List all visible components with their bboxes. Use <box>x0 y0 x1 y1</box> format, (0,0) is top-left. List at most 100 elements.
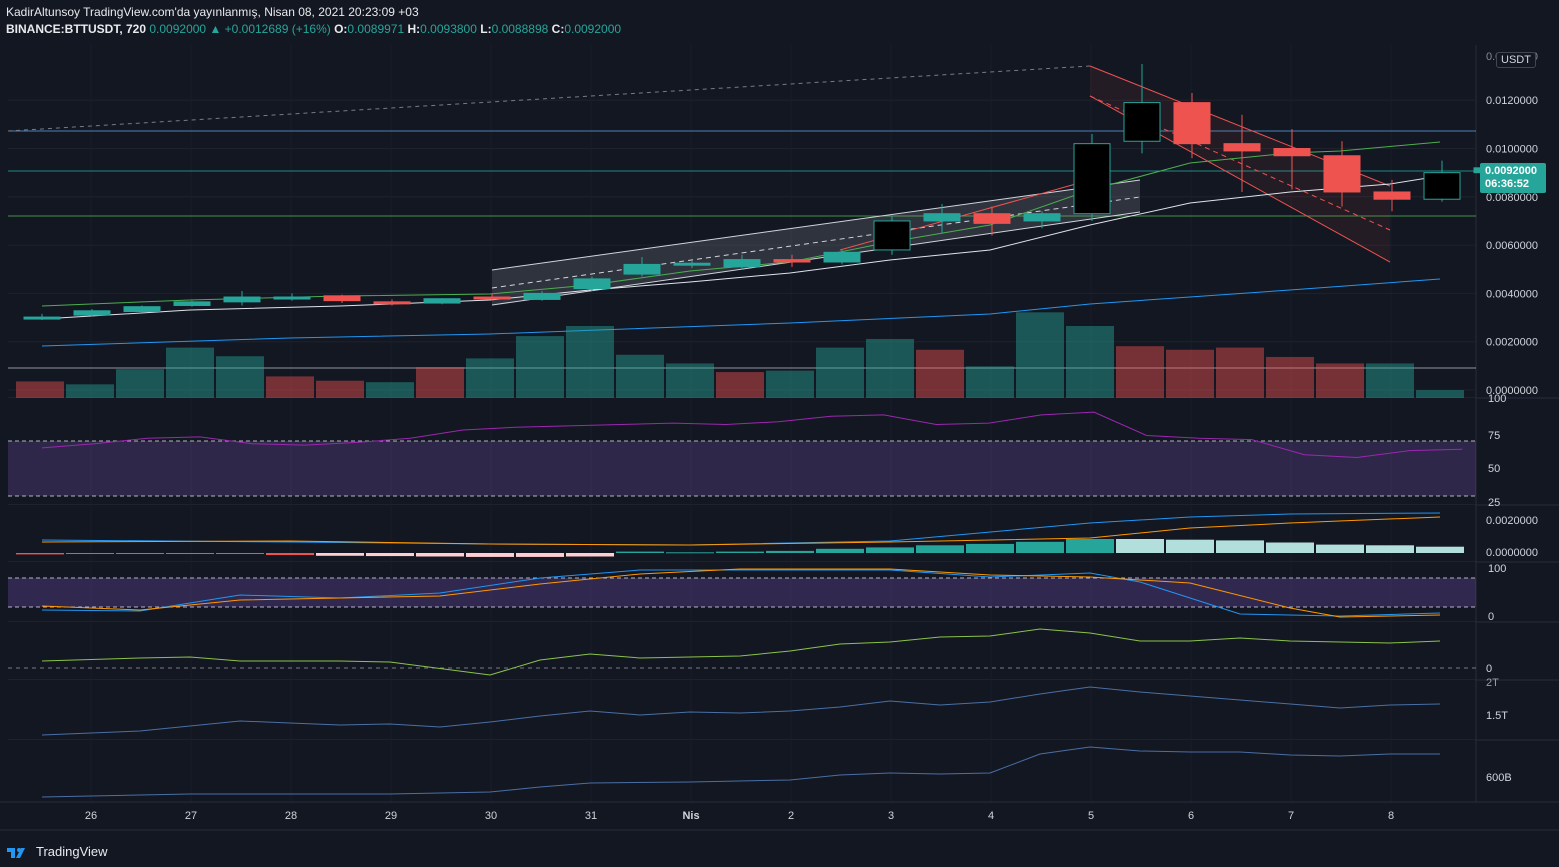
obv-tick-label: 2T <box>1486 677 1499 689</box>
candle-body <box>823 251 861 263</box>
candle-body <box>1073 143 1111 215</box>
volume-bar <box>1216 347 1264 398</box>
volume-bar <box>766 370 814 398</box>
ohlc-legend: BINANCE:BTTUSDT, 720 0.0092000 ▲ +0.0012… <box>6 22 621 36</box>
time-tick-label: 27 <box>185 810 197 822</box>
macd-hist <box>766 550 814 553</box>
macd-hist <box>816 548 864 553</box>
macd-hist <box>366 553 414 557</box>
macd-hist <box>616 551 664 553</box>
time-tick-label: 26 <box>85 810 97 822</box>
volume-bar <box>1116 346 1164 398</box>
macd-hist <box>216 553 264 554</box>
macd-hist <box>266 553 314 556</box>
price-tag-countdown: 06:36:52 <box>1485 178 1530 190</box>
change-value: ▲ +0.0012689 (+16%) <box>209 22 331 36</box>
volume-bar <box>816 347 864 398</box>
candle-body <box>773 259 811 263</box>
stoch-band <box>8 578 1476 607</box>
rsi-tick-label: 50 <box>1488 463 1500 475</box>
macd-tick-label: 0.0000000 <box>1486 547 1538 559</box>
osc-tick-label: 0 <box>1486 663 1492 675</box>
time-tick-label: 29 <box>385 810 397 822</box>
price-tick-label: 0.0120000 <box>1486 95 1538 107</box>
volume-bar <box>66 384 114 398</box>
candle-body <box>173 301 211 306</box>
volume-bar <box>866 338 914 398</box>
macd-hist <box>1416 546 1464 553</box>
candle-body <box>1273 148 1311 157</box>
pane-0 <box>8 45 1476 398</box>
macd-hist <box>966 543 1014 553</box>
candle-body <box>473 296 511 300</box>
volume-bar <box>216 356 264 398</box>
price-tick-label: 0.0080000 <box>1486 192 1538 204</box>
macd-hist <box>1316 544 1364 553</box>
volume-bar <box>1266 356 1314 398</box>
volume-bar <box>1066 326 1114 398</box>
volume-bar <box>666 363 714 398</box>
symbol-label[interactable]: BINANCE:BTTUSDT, 720 <box>6 22 146 36</box>
candle-body <box>1173 102 1211 145</box>
candle-body <box>1373 191 1411 200</box>
candle-body <box>23 316 61 320</box>
high-value: 0.0093800 <box>420 22 477 36</box>
volume-bar <box>316 380 364 398</box>
publish-info: KadirAltunsoy TradingView.com'da yayınla… <box>6 5 419 19</box>
pane-6 <box>8 740 1476 802</box>
volume-bar <box>616 354 664 398</box>
time-tick-label: 6 <box>1188 810 1194 822</box>
macd-hist <box>1216 540 1264 553</box>
macd-hist <box>166 553 214 554</box>
obv-tick-label: 1.5T <box>1486 710 1508 722</box>
time-tick-label: 2 <box>788 810 794 822</box>
candle-body <box>373 301 411 305</box>
macd-hist <box>66 553 114 554</box>
volume-bar <box>516 336 564 398</box>
candle-body <box>723 259 761 268</box>
candle-body <box>673 262 711 266</box>
volume-bar <box>166 347 214 398</box>
macd-hist <box>16 553 64 555</box>
volume-bar <box>466 358 514 398</box>
time-tick-label: 28 <box>285 810 297 822</box>
time-tick-label: Nis <box>682 810 699 822</box>
candle-body <box>573 278 611 290</box>
currency-badge[interactable]: USDT <box>1496 52 1536 68</box>
stoch-tick-label: 100 <box>1488 563 1506 575</box>
candle-body <box>1323 155 1361 193</box>
macd-hist <box>716 551 764 553</box>
time-tick-label: 4 <box>988 810 994 822</box>
macd-hist <box>416 553 464 557</box>
candle-body <box>1223 143 1261 152</box>
macd-hist <box>1266 542 1314 553</box>
tradingview-logo-icon <box>7 847 25 858</box>
time-tick-label: 30 <box>485 810 497 822</box>
rsi-tick-label: 25 <box>1488 497 1500 509</box>
volume-bar <box>416 367 464 398</box>
candle-body <box>423 298 461 304</box>
volume-bar <box>566 326 614 398</box>
footer-brand[interactable]: TradingView <box>6 844 108 859</box>
volume-bar <box>266 376 314 398</box>
candle-body <box>973 213 1011 224</box>
time-tick-label: 7 <box>1288 810 1294 822</box>
candle-body <box>323 295 361 302</box>
candle-body <box>223 296 261 303</box>
time-tick-label: 31 <box>585 810 597 822</box>
open-label: O: <box>334 22 348 36</box>
candle-body <box>923 213 961 222</box>
volume-bar <box>366 382 414 398</box>
vol2-tick-label: 600B <box>1486 772 1512 784</box>
chart-canvas[interactable]: 0.0000000 0.0020000 0.0040000 0.0060000 0.00… <box>0 0 1559 867</box>
candle-body <box>273 296 311 300</box>
volume-bar <box>116 369 164 398</box>
candle-body <box>523 292 561 300</box>
rsi-tick-label: 100 <box>1488 393 1506 405</box>
volume-bar <box>916 349 964 398</box>
price-tick-label: 0.0100000 <box>1486 144 1538 156</box>
time-tick-label: 8 <box>1388 810 1394 822</box>
macd-hist <box>116 553 164 554</box>
volume-bar <box>1316 363 1364 398</box>
high-label: H: <box>407 22 421 36</box>
